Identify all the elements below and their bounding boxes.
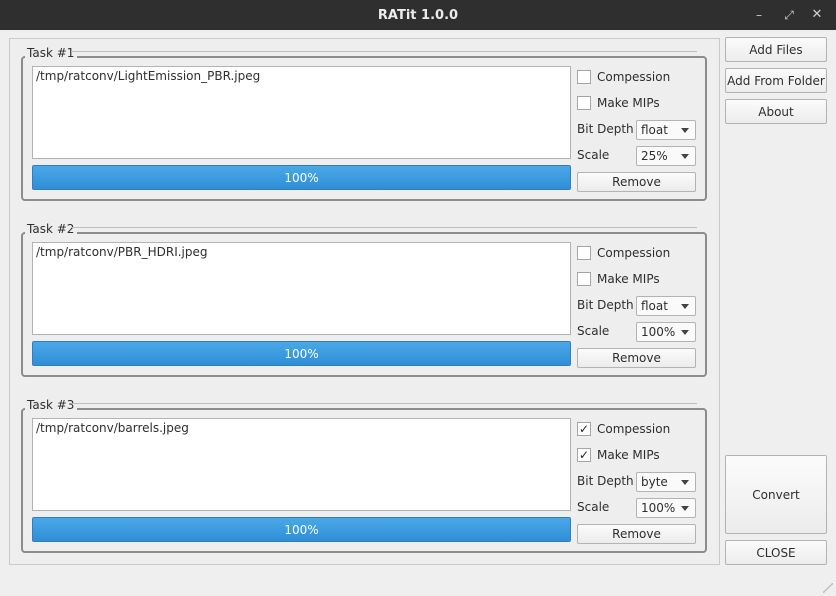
chevron-down-icon (681, 304, 689, 309)
compression-checkbox-row[interactable]: ✓ Compession (577, 420, 670, 438)
task-progress-bar: 100% (32, 165, 571, 190)
task-title-divider (71, 403, 697, 404)
task-path: /tmp/ratconv/barrels.jpeg (36, 421, 189, 435)
scale-label: Scale (577, 148, 610, 162)
bit-depth-value: float (641, 123, 668, 137)
scale-value: 100% (641, 325, 676, 339)
compression-checkbox[interactable] (577, 70, 591, 84)
task-progress-text: 100% (284, 522, 319, 537)
bit-depth-label: Bit Depth (577, 122, 634, 136)
maximize-icon[interactable]: ⤢ (779, 5, 799, 25)
convert-button[interactable]: Convert (725, 455, 827, 534)
remove-task-button[interactable]: Remove (577, 524, 696, 544)
task-progress-bar: 100% (32, 517, 571, 542)
chevron-down-icon (681, 330, 689, 335)
window-title: RATit 1.0.0 (377, 7, 459, 23)
close-button[interactable]: CLOSE (725, 540, 827, 565)
scale-select[interactable]: 25% (636, 146, 696, 166)
task-title: Task #3 (25, 398, 78, 412)
compression-checkbox-row[interactable]: Compession (577, 68, 670, 86)
task-path: /tmp/ratconv/PBR_HDRI.jpeg (36, 245, 208, 259)
scale-select[interactable]: 100% (636, 498, 696, 518)
task-path-field[interactable]: /tmp/ratconv/PBR_HDRI.jpeg (32, 242, 571, 335)
bit-depth-label: Bit Depth (577, 298, 634, 312)
close-window-icon[interactable]: ✕ (807, 5, 827, 25)
task-group-3: Task #3 /tmp/ratconv/barrels.jpeg 100% ✓… (21, 398, 707, 553)
title-bar: RATit 1.0.0 – ⤢ ✕ (0, 0, 836, 30)
make-mips-label: Make MIPs (597, 272, 660, 286)
task-progress-bar: 100% (32, 341, 571, 366)
bit-depth-label: Bit Depth (577, 474, 634, 488)
add-files-button[interactable]: Add Files (725, 37, 827, 62)
compression-checkbox[interactable]: ✓ (577, 422, 591, 436)
make-mips-label: Make MIPs (597, 448, 660, 462)
make-mips-label: Make MIPs (597, 96, 660, 110)
task-group-1: Task #1 /tmp/ratconv/LightEmission_PBR.j… (21, 46, 707, 201)
bit-depth-select[interactable]: float (636, 296, 696, 316)
compression-checkbox[interactable] (577, 246, 591, 260)
make-mips-checkbox-row[interactable]: ✓ Make MIPs (577, 446, 660, 464)
scale-label: Scale (577, 324, 610, 338)
task-group-2: Task #2 /tmp/ratconv/PBR_HDRI.jpeg 100% … (21, 222, 707, 377)
bit-depth-select[interactable]: byte (636, 472, 696, 492)
task-progress-text: 100% (284, 170, 319, 185)
chevron-down-icon (681, 128, 689, 133)
task-title-divider (71, 51, 697, 52)
task-path-field[interactable]: /tmp/ratconv/barrels.jpeg (32, 418, 571, 511)
compression-label: Compession (597, 70, 671, 84)
task-path-field[interactable]: /tmp/ratconv/LightEmission_PBR.jpeg (32, 66, 571, 159)
remove-task-button[interactable]: Remove (577, 348, 696, 368)
make-mips-checkbox[interactable]: ✓ (577, 448, 591, 462)
compression-label: Compession (597, 422, 671, 436)
chevron-down-icon (681, 154, 689, 159)
task-title: Task #2 (25, 222, 78, 236)
scale-value: 100% (641, 501, 676, 515)
chevron-down-icon (681, 480, 689, 485)
resize-grip-icon[interactable] (823, 583, 833, 593)
scale-value: 25% (641, 149, 668, 163)
bit-depth-value: float (641, 299, 668, 313)
make-mips-checkbox-row[interactable]: Make MIPs (577, 94, 660, 112)
task-title-divider (71, 227, 697, 228)
bit-depth-select[interactable]: float (636, 120, 696, 140)
make-mips-checkbox[interactable] (577, 96, 591, 110)
compression-label: Compession (597, 246, 671, 260)
make-mips-checkbox[interactable] (577, 272, 591, 286)
remove-task-button[interactable]: Remove (577, 172, 696, 192)
add-from-folder-button[interactable]: Add From Folder (725, 68, 827, 93)
task-path: /tmp/ratconv/LightEmission_PBR.jpeg (36, 69, 261, 83)
task-title: Task #1 (25, 46, 78, 60)
compression-checkbox-row[interactable]: Compession (577, 244, 670, 262)
bit-depth-value: byte (641, 475, 668, 489)
minimize-icon[interactable]: – (749, 5, 769, 25)
chevron-down-icon (681, 506, 689, 511)
make-mips-checkbox-row[interactable]: Make MIPs (577, 270, 660, 288)
scale-select[interactable]: 100% (636, 322, 696, 342)
about-button[interactable]: About (725, 99, 827, 124)
task-progress-text: 100% (284, 346, 319, 361)
scale-label: Scale (577, 500, 610, 514)
